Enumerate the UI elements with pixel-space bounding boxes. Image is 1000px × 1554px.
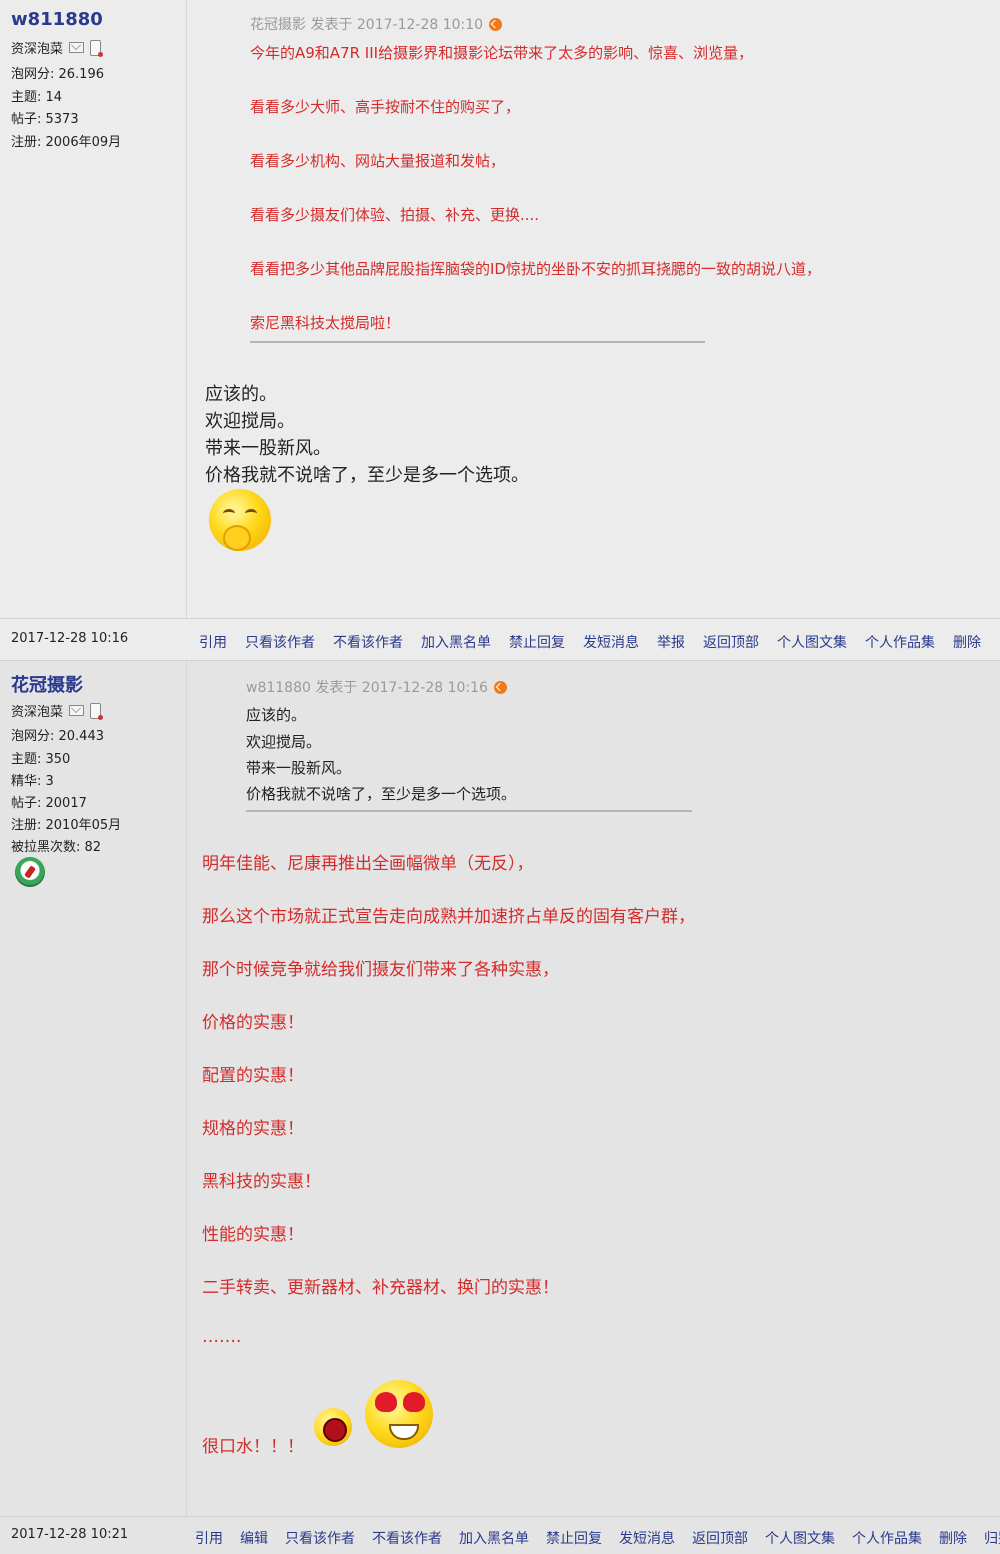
action-only-author[interactable]: 只看该作者 <box>285 1528 355 1548</box>
action-personal-works[interactable]: 个人作品集 <box>865 632 935 652</box>
author-name[interactable]: w811880 <box>11 9 103 30</box>
quote-line: 欢迎搅局。 <box>246 733 322 751</box>
action-blacklist[interactable]: 加入黑名单 <box>421 632 491 652</box>
author-stat: 帖子: 5373 <box>11 112 79 127</box>
post-2: 花冠摄影 资深泡菜 泡网分: 20.443 主题: 350 精华: 3 帖子: … <box>0 660 1000 1517</box>
medal-icon[interactable] <box>15 857 45 887</box>
author-rank-row: 资深泡菜 <box>11 701 104 720</box>
quote-line: 看看多少大师、高手按耐不住的购买了， <box>250 98 521 116</box>
mail-icon[interactable] <box>69 705 85 716</box>
quote-source: w811880 发表于 2017-12-28 10:16 <box>246 680 488 696</box>
reply-line: 性能的实惠！ <box>202 1225 304 1245</box>
quote-line: 索尼黑科技太搅局啦！ <box>250 314 401 332</box>
author-stat: 被拉黑次数: 82 <box>11 840 102 855</box>
author-stat: 帖子: 20017 <box>11 796 87 811</box>
action-quote[interactable]: 引用 <box>199 632 227 652</box>
action-only-author[interactable]: 只看该作者 <box>245 632 315 652</box>
reply-line: 带来一股新风。 <box>205 438 331 459</box>
phone-icon[interactable] <box>90 702 104 720</box>
quote-line: 带来一股新风。 <box>246 759 352 777</box>
action-quote[interactable]: 引用 <box>195 1528 223 1548</box>
post-1: w811880 资深泡菜 泡网分: 26.196 主题: 14 帖子: 5373… <box>0 0 1000 618</box>
quote-line: 今年的A9和A7R III给摄影界和摄影论坛带来了太多的影响、惊喜、浏览量， <box>250 44 754 62</box>
author-rank-row: 资深泡菜 <box>11 38 104 57</box>
author-stat: 精华: 3 <box>11 774 54 789</box>
reply-line: 黑科技的实惠！ <box>202 1172 321 1192</box>
quote-header: 花冠摄影 发表于 2017-12-28 10:10 <box>250 14 503 34</box>
reply-line: 价格我就不说啥了，至少是多一个选项。 <box>205 465 529 486</box>
reply-closing: 很口水！！！ <box>202 1437 304 1457</box>
author-stat: 主题: 350 <box>11 752 71 767</box>
author-stat: 注册: 2006年09月 <box>11 135 122 150</box>
heart-eyes-emoji-icon <box>365 1380 433 1448</box>
action-block-reply[interactable]: 禁止回复 <box>509 632 565 652</box>
action-send-message[interactable]: 发短消息 <box>619 1528 675 1548</box>
go-to-quote-icon[interactable] <box>489 17 503 31</box>
quote-line: 看看把多少其他品牌屁股指挥脑袋的ID惊扰的坐卧不安的抓耳挠腮的一致的胡说八道， <box>250 260 821 278</box>
action-personal-articles[interactable]: 个人图文集 <box>777 632 847 652</box>
reply-line: 规格的实惠！ <box>202 1119 304 1139</box>
action-block-reply[interactable]: 禁止回复 <box>546 1528 602 1548</box>
reply-line: 二手转卖、更新器材、补充器材、换门的实惠！ <box>202 1278 559 1298</box>
author-stat: 注册: 2010年05月 <box>11 818 122 833</box>
action-send-message[interactable]: 发短消息 <box>583 632 639 652</box>
post-actions: 引用 编辑 只看该作者 不看该作者 加入黑名单 禁止回复 发短消息 返回顶部 个… <box>195 1528 1000 1548</box>
quote-divider <box>250 341 705 343</box>
action-personal-articles[interactable]: 个人图文集 <box>765 1528 835 1548</box>
author-sidebar: w811880 资深泡菜 泡网分: 26.196 主题: 14 帖子: 5373… <box>0 0 187 618</box>
quote-source: 花冠摄影 发表于 2017-12-28 10:10 <box>250 17 484 33</box>
post-time: 2017-12-28 10:21 <box>11 1527 129 1542</box>
action-report[interactable]: 举报 <box>657 632 685 652</box>
action-archive[interactable]: 归鉴 <box>984 1528 1000 1548</box>
reply-line: ……. <box>202 1327 242 1347</box>
author-rank: 资深泡菜 <box>11 705 64 720</box>
reply-line: 欢迎搅局。 <box>205 411 295 432</box>
author-rank: 资深泡菜 <box>11 42 64 57</box>
go-to-quote-icon[interactable] <box>493 680 507 694</box>
action-edit[interactable]: 编辑 <box>240 1528 268 1548</box>
author-sidebar: 花冠摄影 资深泡菜 泡网分: 20.443 主题: 350 精华: 3 帖子: … <box>0 661 187 1517</box>
phone-icon[interactable] <box>90 39 104 57</box>
action-back-to-top[interactable]: 返回顶部 <box>692 1528 748 1548</box>
action-personal-works[interactable]: 个人作品集 <box>852 1528 922 1548</box>
post-2-footer: 2017-12-28 10:21 引用 编辑 只看该作者 不看该作者 加入黑名单… <box>0 1516 1000 1554</box>
action-delete[interactable]: 删除 <box>953 632 981 652</box>
post-1-footer: 2017-12-28 10:16 引用 只看该作者 不看该作者 加入黑名单 禁止… <box>0 618 1000 661</box>
reply-line: 应该的。 <box>205 384 277 405</box>
reply-line: 明年佳能、尼康再推出全画幅微单（无反）， <box>202 854 534 874</box>
author-name[interactable]: 花冠摄影 <box>11 671 83 697</box>
quote-line: 应该的。 <box>246 706 307 724</box>
author-stat: 泡网分: 26.196 <box>11 67 104 82</box>
reply-line: 那么这个市场就正式宣告走向成熟并加速挤占单反的固有客户群， <box>202 907 695 927</box>
quote-line: 价格我就不说啥了，至少是多一个选项。 <box>246 785 517 803</box>
quote-header: w811880 发表于 2017-12-28 10:16 <box>246 677 507 697</box>
mail-icon[interactable] <box>69 42 85 53</box>
reply-line: 价格的实惠！ <box>202 1013 304 1033</box>
post-content: w811880 发表于 2017-12-28 10:16 应该的。 欢迎搅局。 … <box>187 661 1000 1517</box>
quote-divider <box>246 810 692 812</box>
author-stat: 泡网分: 20.443 <box>11 729 104 744</box>
post-content: 花冠摄影 发表于 2017-12-28 10:10 今年的A9和A7R III给… <box>187 0 1000 618</box>
reply-line: 配置的实惠！ <box>202 1066 304 1086</box>
post-actions: 引用 只看该作者 不看该作者 加入黑名单 禁止回复 发短消息 举报 返回顶部 个… <box>199 632 981 652</box>
reply-line: 那个时候竞争就给我们摄友们带来了各种实惠， <box>202 960 559 980</box>
action-back-to-top[interactable]: 返回顶部 <box>703 632 759 652</box>
post-time: 2017-12-28 10:16 <box>11 631 129 646</box>
quote-line: 看看多少摄友们体验、拍摄、补充、更换.... <box>250 206 540 224</box>
scream-emoji-icon <box>314 1408 352 1446</box>
quote-line: 看看多少机构、网站大量报道和发帖， <box>250 152 506 170</box>
action-hide-author[interactable]: 不看该作者 <box>372 1528 442 1548</box>
action-blacklist[interactable]: 加入黑名单 <box>459 1528 529 1548</box>
author-stat: 主题: 14 <box>11 90 63 105</box>
action-hide-author[interactable]: 不看该作者 <box>333 632 403 652</box>
blush-emoji-icon <box>209 489 271 551</box>
action-delete[interactable]: 删除 <box>939 1528 967 1548</box>
